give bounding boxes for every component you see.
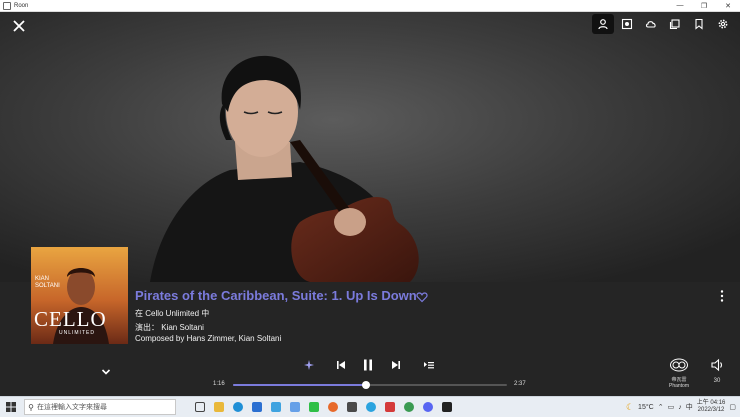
bookmark-icon [695,18,703,30]
close-icon [13,20,25,32]
total-time: 2:37 [514,381,526,387]
temperature[interactable]: 15°C [638,404,654,411]
speaker-device-icon [670,358,688,372]
system-clock[interactable]: 上午 04:16 2022/3/12 [697,400,726,414]
more-options-icon[interactable] [717,289,727,303]
settings-button[interactable] [712,14,734,34]
queue-button[interactable] [420,356,438,374]
transport-controls [300,356,440,374]
volume-control[interactable]: 30 [706,358,728,384]
calculator-icon[interactable] [344,400,359,415]
album-link[interactable]: 在 Cello Unlimited 中 [135,308,209,319]
skip-forward-icon [392,361,400,369]
now-playing-screen: KIAN SOLTANI CELLO UNLIMITED Pirates of … [0,12,740,396]
file-explorer-icon[interactable] [211,400,226,415]
view-toolbar [592,14,734,34]
firefox-icon[interactable] [325,400,340,415]
sparkle-icon [304,360,314,370]
skip-back-icon [337,361,345,369]
queue-view-button[interactable] [664,14,686,34]
seek-progress [233,384,366,386]
seek-bar[interactable] [233,381,507,389]
volume-icon [711,358,723,372]
discord-icon[interactable] [420,400,435,415]
weather-icon[interactable]: ☾ [626,402,634,413]
notifications-icon[interactable]: ▢ [729,403,736,411]
clock-date: 2022/3/12 [697,407,725,413]
cloud-icon [645,21,656,28]
pause-button[interactable] [359,356,377,374]
lyrics-button[interactable] [640,14,662,34]
telegram-icon[interactable] [363,400,378,415]
taskbar-search[interactable]: ⚲ 在這裡輸入文字來搜尋 [24,399,176,415]
task-view-icon[interactable] [192,400,207,415]
minimize-button[interactable]: — [668,0,692,11]
window-title: Roon [14,2,29,9]
cover-artist-text: KIAN SOLTANI [35,276,60,289]
radio-button[interactable] [300,356,318,374]
network-icon[interactable]: ▭ [668,403,675,411]
album-view-button[interactable] [616,14,638,34]
app-window-icon [3,1,11,10]
speaker-icon[interactable]: ♪ [678,404,682,411]
window-titlebar: Roon — ❐ ✕ [0,0,740,12]
window-close-button[interactable]: ✕ [716,0,740,11]
bookmark-button[interactable] [688,14,710,34]
heart-icon[interactable] [416,291,428,303]
person-icon [598,19,608,30]
taskbar-apps [192,400,454,415]
search-placeholder: 在這裡輸入文字來搜尋 [37,404,107,411]
artist-photo [0,12,740,282]
cover-subtitle-text: UNLIMITED [59,330,95,336]
system-tray: ☾ 15°C ⌃ ▭ ♪ 中 上午 04:16 2022/3/12 ▢ [626,400,740,414]
current-time: 1:16 [213,381,225,387]
mail-icon[interactable] [249,400,264,415]
start-button[interactable] [0,397,22,417]
taskbar: ⚲ 在這裡輸入文字來搜尋 ☾ 15°C ⌃ ▭ ♪ 中 上午 04:16 202… [0,396,740,417]
media-player-icon[interactable] [382,400,397,415]
tray-expand-icon[interactable]: ⌃ [658,403,664,411]
maximize-button[interactable]: ❐ [692,0,716,11]
edge-browser-icon[interactable] [230,400,245,415]
previous-button[interactable] [332,356,350,374]
stack-icon [669,19,680,30]
album-cover[interactable]: KIAN SOLTANI CELLO UNLIMITED [31,247,128,344]
chevron-down-icon[interactable] [100,366,112,378]
photos-icon[interactable] [287,400,302,415]
search-icon: ⚲ [28,402,34,412]
queue-icon [424,362,434,369]
artist-link[interactable]: 演出： Kian Soltani [135,322,204,333]
roon-taskbar-icon[interactable] [439,400,454,415]
close-now-playing-button[interactable] [10,17,28,35]
line-icon[interactable] [306,400,321,415]
cover-title-text: CELLO [34,307,107,331]
clock-time: 上午 04:16 [696,400,726,406]
volume-value: 30 [713,378,721,384]
pause-icon [364,359,372,371]
gear-icon [718,19,728,29]
composer-credit[interactable]: Composed by Hans Zimmer, Kian Soltani [135,334,281,343]
zone-selector[interactable]: 帝瓦雷 Phantom [664,358,694,389]
next-button[interactable] [387,356,405,374]
store-icon[interactable] [268,400,283,415]
artist-bio-button[interactable] [592,14,614,34]
track-title[interactable]: Pirates of the Caribbean, Suite: 1. Up I… [135,288,417,303]
windows-logo-icon [6,402,16,412]
album-icon [621,18,633,30]
input-method[interactable]: 中 [686,402,693,412]
zone-device: Phantom [668,383,689,389]
chrome-icon[interactable] [401,400,416,415]
seek-handle[interactable] [361,381,370,389]
